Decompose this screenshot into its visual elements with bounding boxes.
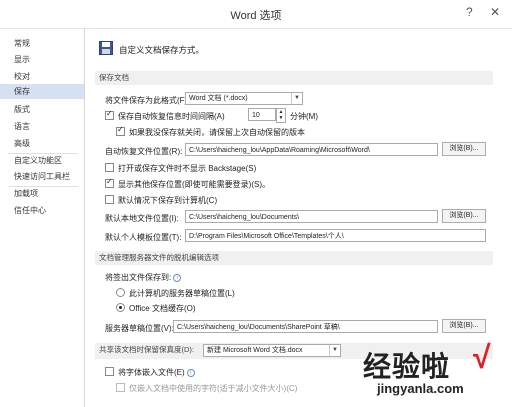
embed-subset-checkbox[interactable] [116, 383, 125, 392]
sidebar-item-trust-center[interactable]: 信任中心 [0, 203, 84, 218]
sidebar-item-quick-access[interactable]: 快速访问工具栏 [0, 169, 84, 184]
title-bar: Word 选项 ? ✕ [0, 0, 512, 29]
sidebar-item-general[interactable]: 常规 [0, 36, 84, 51]
sidebar-item-advanced[interactable]: 高级 [0, 136, 84, 151]
sidebar-item-layout[interactable]: 版式 [0, 102, 84, 117]
save-to-computer-checkbox[interactable] [105, 195, 114, 204]
save-checked-out-label: 将签出文件保存到: i [105, 272, 182, 283]
server-drafts-location-input[interactable]: C:\Users\haicheng_lou\Documents\SharePoi… [173, 320, 438, 333]
sidebar-item-customize-ribbon[interactable]: 自定义功能区 [0, 153, 84, 168]
save-disk-icon [99, 41, 113, 55]
save-to-computer-label: 默认情况下保存到计算机(C) [118, 196, 218, 205]
personal-template-label: 默认个人模板位置(T): [105, 233, 182, 242]
keep-last-version-checkbox[interactable] [116, 125, 125, 136]
fidelity-document-value: 新建 Microsoft Word 文档.docx [207, 347, 303, 354]
keep-last-version-label: 如果我没保存就关闭，请保留上次自动保留的版本 [129, 128, 305, 137]
sidebar-item-save[interactable]: 保存 [0, 84, 84, 99]
info-icon: i [186, 368, 195, 377]
info-icon: i [173, 273, 182, 282]
server-drafts-location-label: 服务器草稿位置(V): [105, 324, 174, 333]
office-cache-radio[interactable] [116, 303, 125, 312]
save-format-select[interactable]: Word 文档 (*.docx) ▼ [185, 92, 303, 105]
sidebar-item-proofing[interactable]: 校对 [0, 69, 84, 84]
local-file-location-input[interactable]: C:\Users\haicheng_lou\Documents\ [185, 210, 438, 223]
embed-fonts-checkbox[interactable] [105, 367, 114, 376]
server-drafts-label: 此计算机的服务器草稿位置(L) [129, 289, 235, 298]
no-backstage-label: 打开或保存文件时不显示 Backstage(S) [118, 164, 257, 173]
browse-drafts-button[interactable]: 浏览(B)... [442, 319, 486, 333]
window-title: Word 选项 [230, 10, 282, 22]
embed-fonts-label: 将字体嵌入文件(E) i [118, 367, 195, 378]
personal-template-input[interactable]: D:\Program Files\Microsoft Office\Templa… [185, 229, 486, 242]
no-backstage-checkbox[interactable] [105, 163, 114, 172]
page-title: 自定义文档保存方式。 [119, 45, 205, 55]
watermark-check: √ [473, 339, 491, 375]
watermark-url: jingyanla.com [377, 381, 464, 396]
help-icon[interactable]: ? [466, 5, 473, 19]
save-format-label: 将文件保存为此格式(F): [105, 96, 190, 105]
save-format-value: Word 文档 (*.docx) [189, 95, 248, 102]
fidelity-label: 共享该文档时保留保真度(D): [99, 345, 194, 354]
section-save-documents: 保存文档 [95, 71, 493, 85]
office-cache-label: Office 文档缓存(O) [129, 304, 196, 313]
chevron-down-icon: ▼ [291, 93, 302, 104]
show-other-locations-label: 显示其他保存位置(即使可能需要登录)(S)。 [118, 180, 270, 189]
server-drafts-radio[interactable] [116, 288, 125, 297]
sidebar-item-language[interactable]: 语言 [0, 119, 84, 134]
autorecover-checkbox[interactable] [105, 109, 114, 120]
minutes-unit-label: 分钟(M) [290, 112, 318, 121]
autorecover-location-input[interactable]: C:\Users\haicheng_lou\AppData\Roaming\Mi… [185, 143, 438, 156]
browse-local-button[interactable]: 浏览(B)... [442, 209, 486, 223]
fidelity-document-select[interactable]: 新建 Microsoft Word 文档.docx ▼ [203, 344, 341, 357]
watermark: 经验啦 √ jingyanla.com [355, 339, 505, 405]
browse-autorecover-button[interactable]: 浏览(B)... [442, 142, 486, 156]
embed-fonts-text: 将字体嵌入文件(E) [118, 368, 185, 377]
sidebar-item-addins[interactable]: 加载项 [0, 186, 84, 201]
section-offline-editing: 文档管理服务器文件的脱机编辑选项 [95, 251, 493, 265]
minutes-spinner[interactable]: ▲ ▼ [276, 108, 286, 123]
close-icon[interactable]: ✕ [490, 5, 500, 19]
watermark-text: 经验啦 [363, 351, 451, 382]
autorecover-minutes-input[interactable]: 10 [248, 108, 276, 121]
embed-subset-label: 仅嵌入文档中使用的字符(适于减小文件大小)(C) [129, 384, 298, 393]
show-other-locations-checkbox[interactable] [105, 177, 114, 188]
sidebar-item-display[interactable]: 显示 [0, 52, 84, 67]
local-file-location-label: 默认本地文件位置(I): [105, 214, 179, 223]
save-checked-out-text: 将签出文件保存到: [105, 273, 172, 282]
autorecover-label: 保存自动恢复信息时间间隔(A) [118, 112, 225, 121]
autorecover-location-label: 自动恢复文件位置(R): [105, 147, 183, 156]
chevron-down-icon: ▼ [329, 345, 340, 356]
sidebar: 常规 显示 校对 保存 版式 语言 高级 自定义功能区 快速访问工具栏 加载项 … [0, 29, 85, 407]
